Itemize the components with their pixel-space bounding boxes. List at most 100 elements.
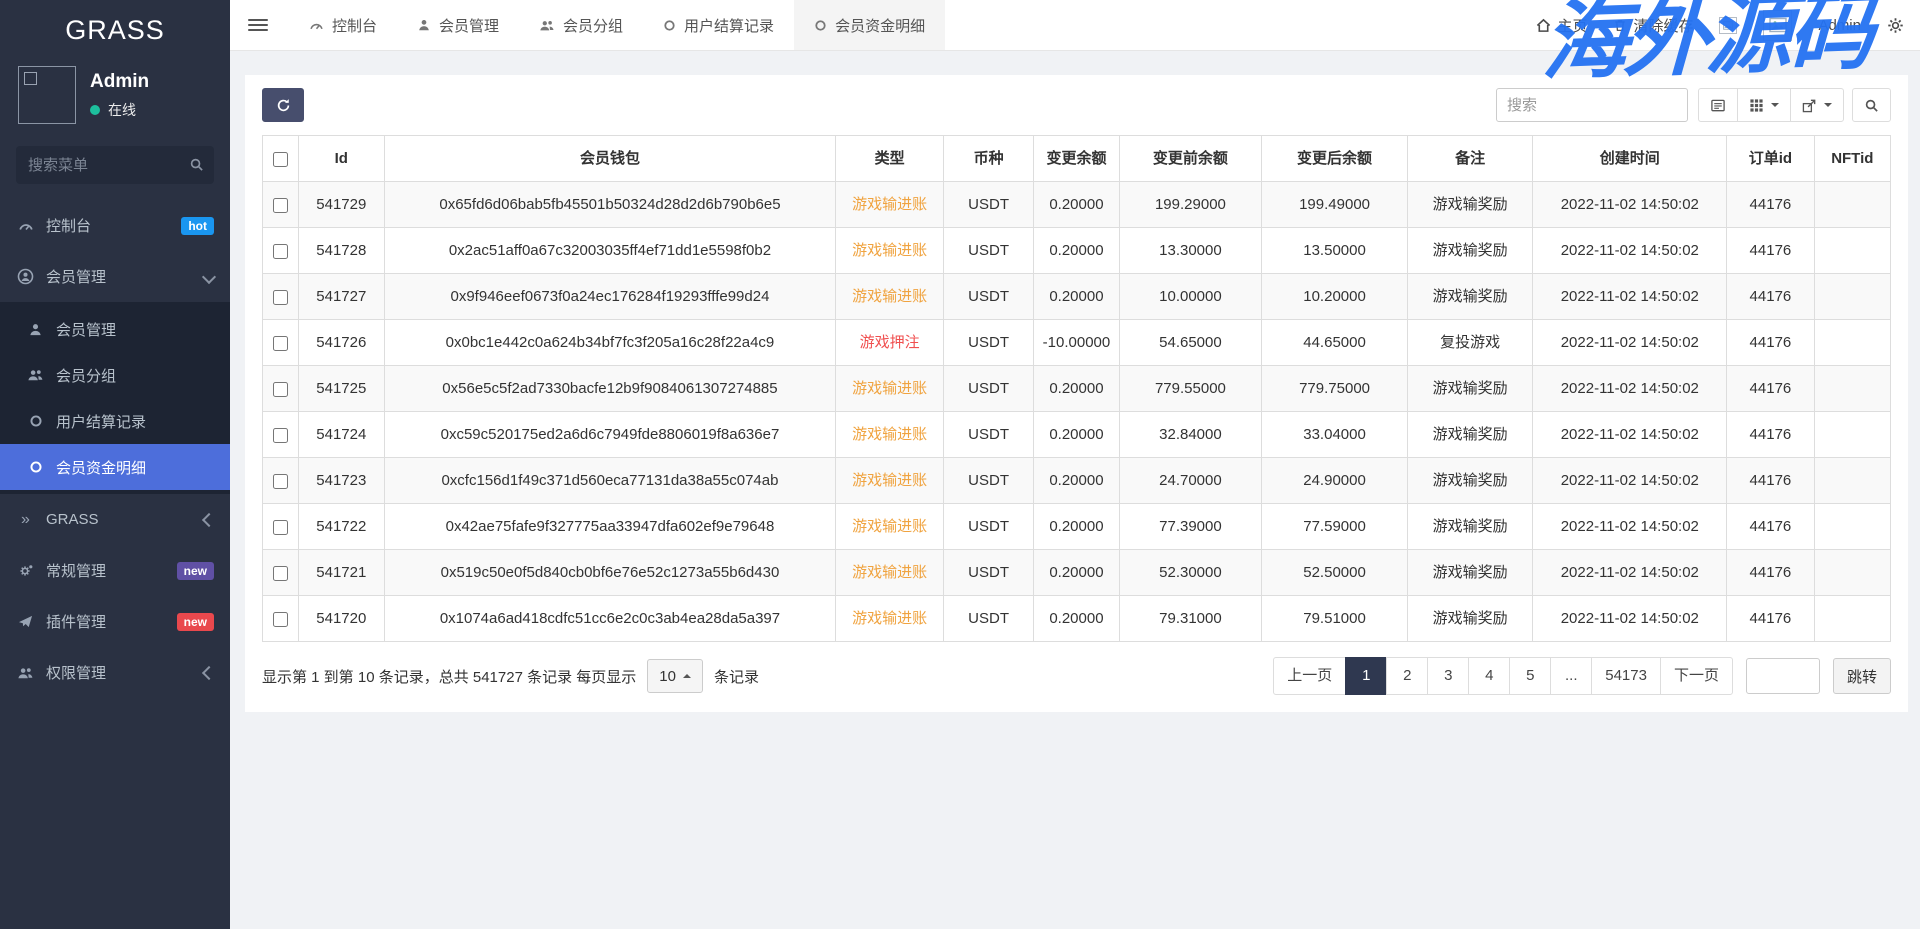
column-header[interactable]: 变更前余额 xyxy=(1119,136,1262,182)
tab-fund-detail[interactable]: 会员资金明细 xyxy=(794,0,945,50)
table-row: 541720 0x1074a6ad418cdfc51cc6e2c0c3ab4ea… xyxy=(263,596,1891,642)
page-button[interactable]: 4 xyxy=(1468,657,1510,695)
row-checkbox[interactable] xyxy=(273,382,288,397)
table-row: 541725 0x56e5c5f2ad7330bacfe12b9f9084061… xyxy=(263,366,1891,412)
page-button[interactable]: 5 xyxy=(1509,657,1551,695)
detail-view-button[interactable] xyxy=(1698,88,1738,122)
page-button[interactable]: ... xyxy=(1550,657,1592,695)
row-checkbox[interactable] xyxy=(273,198,288,213)
sidebar-item-fund-detail[interactable]: 会员资金明细 xyxy=(0,444,230,490)
column-header[interactable]: 订单id xyxy=(1727,136,1814,182)
column-header[interactable]: Id xyxy=(299,136,384,182)
refresh-button[interactable] xyxy=(262,88,304,122)
cell-created: 2022-11-02 14:50:02 xyxy=(1533,182,1727,228)
cell-before: 77.39000 xyxy=(1119,504,1262,550)
caret-down-icon xyxy=(1771,103,1779,107)
cell-order-id: 44176 xyxy=(1727,550,1814,596)
export-dropdown-button[interactable] xyxy=(1790,88,1844,122)
sidebar-item-grass[interactable]: » GRASS xyxy=(0,494,230,545)
sidebar-item-dashboard[interactable]: 控制台 hot xyxy=(0,200,230,251)
sidebar-item-auth[interactable]: 权限管理 xyxy=(0,647,230,698)
cell-nft-id xyxy=(1814,182,1890,228)
column-header[interactable]: 创建时间 xyxy=(1533,136,1727,182)
page-button[interactable]: 下一页 xyxy=(1660,657,1733,695)
columns-dropdown-button[interactable] xyxy=(1737,88,1791,122)
jump-page-input[interactable] xyxy=(1746,658,1820,694)
cell-coin: USDT xyxy=(943,596,1033,642)
tab-settle-record[interactable]: 用户结算记录 xyxy=(643,0,794,50)
toolbar-right xyxy=(1496,88,1891,122)
row-checkbox[interactable] xyxy=(273,428,288,443)
tab-member-manage[interactable]: 会员管理 xyxy=(397,0,519,50)
cell-order-id: 44176 xyxy=(1727,458,1814,504)
sidebar-item-member[interactable]: 会员管理 xyxy=(0,251,230,302)
hot-badge: hot xyxy=(181,217,214,235)
broken-image-icon xyxy=(24,72,37,85)
sidebar-item-settle-record[interactable]: 用户结算记录 xyxy=(0,398,230,444)
username-menu[interactable]: Admin xyxy=(1818,17,1861,34)
cell-coin: USDT xyxy=(943,458,1033,504)
cell-id: 541724 xyxy=(299,412,384,458)
page-size-dropdown[interactable]: 10 xyxy=(647,659,703,693)
column-header[interactable]: NFTid xyxy=(1814,136,1890,182)
row-checkbox[interactable] xyxy=(273,612,288,627)
home-link[interactable]: 主页 xyxy=(1536,15,1587,36)
page-button[interactable]: 54173 xyxy=(1591,657,1661,695)
user-icon xyxy=(26,322,45,337)
page-button[interactable]: 上一页 xyxy=(1273,657,1346,695)
page-button[interactable]: 3 xyxy=(1427,657,1469,695)
tab-member-group[interactable]: 会员分组 xyxy=(519,0,643,50)
table-search-input[interactable] xyxy=(1496,88,1688,122)
sidebar-item-addon[interactable]: 插件管理 new xyxy=(0,596,230,647)
clear-cache-link[interactable]: 清除缓存 xyxy=(1613,15,1693,36)
circle-o-icon xyxy=(814,19,827,32)
row-select-cell xyxy=(263,182,299,228)
cell-before: 13.30000 xyxy=(1119,228,1262,274)
select-all-cell xyxy=(263,136,299,182)
sidebar-item-member-group[interactable]: 会员分组 xyxy=(0,352,230,398)
row-checkbox[interactable] xyxy=(273,336,288,351)
flag-broken-image-icon[interactable] xyxy=(1719,17,1737,34)
column-header[interactable]: 变更后余额 xyxy=(1262,136,1408,182)
cell-wallet: 0x2ac51aff0a67c32003035ff4ef71dd1e5598f0… xyxy=(384,228,836,274)
cell-type: 游戏押注 xyxy=(836,320,943,366)
column-header[interactable]: 备注 xyxy=(1407,136,1533,182)
cell-order-id: 44176 xyxy=(1727,504,1814,550)
column-header[interactable]: 会员钱包 xyxy=(384,136,836,182)
select-all-checkbox[interactable] xyxy=(273,152,288,167)
hamburger-icon[interactable] xyxy=(248,0,268,50)
search-toggle-button[interactable] xyxy=(1852,88,1891,122)
cell-memo: 复投游戏 xyxy=(1407,320,1533,366)
cell-wallet: 0x65fd6d06bab5fb45501b50324d28d2d6b790b6… xyxy=(384,182,836,228)
user-avatar-broken-image[interactable] xyxy=(1763,10,1792,41)
row-checkbox[interactable] xyxy=(273,244,288,259)
column-header[interactable]: 变更余额 xyxy=(1034,136,1119,182)
paper-plane-icon xyxy=(16,614,35,629)
row-checkbox[interactable] xyxy=(273,290,288,305)
cell-change: 0.20000 xyxy=(1034,228,1119,274)
page-button[interactable]: 2 xyxy=(1386,657,1428,695)
table-toolbar xyxy=(262,88,1891,122)
sidebar-search-input[interactable] xyxy=(16,146,214,184)
tab-dashboard[interactable]: 控制台 xyxy=(289,0,397,50)
caret-down-icon xyxy=(1824,103,1832,107)
user-circle-icon xyxy=(16,268,35,285)
sidebar-item-member-manage[interactable]: 会员管理 xyxy=(0,306,230,352)
row-checkbox[interactable] xyxy=(273,520,288,535)
sidebar-item-general[interactable]: 常规管理 new xyxy=(0,545,230,596)
page-button[interactable]: 1 xyxy=(1345,657,1387,695)
settings-menu[interactable] xyxy=(1887,17,1904,34)
chevron-down-icon xyxy=(202,269,216,283)
row-checkbox[interactable] xyxy=(273,474,288,489)
jump-button[interactable]: 跳转 xyxy=(1833,658,1891,694)
user-status: 在线 xyxy=(90,100,149,120)
pagination-info-prefix: 显示第 1 到第 10 条记录，总共 541727 条记录 每页显示 xyxy=(262,666,636,687)
cell-memo: 游戏输奖励 xyxy=(1407,228,1533,274)
cell-wallet: 0x519c50e0f5d840cb0bf6e76e52c1273a55b6d4… xyxy=(384,550,836,596)
column-header[interactable]: 币种 xyxy=(943,136,1033,182)
cell-order-id: 44176 xyxy=(1727,228,1814,274)
cell-type: 游戏输进账 xyxy=(836,550,943,596)
row-checkbox[interactable] xyxy=(273,566,288,581)
cell-type: 游戏输进账 xyxy=(836,596,943,642)
column-header[interactable]: 类型 xyxy=(836,136,943,182)
